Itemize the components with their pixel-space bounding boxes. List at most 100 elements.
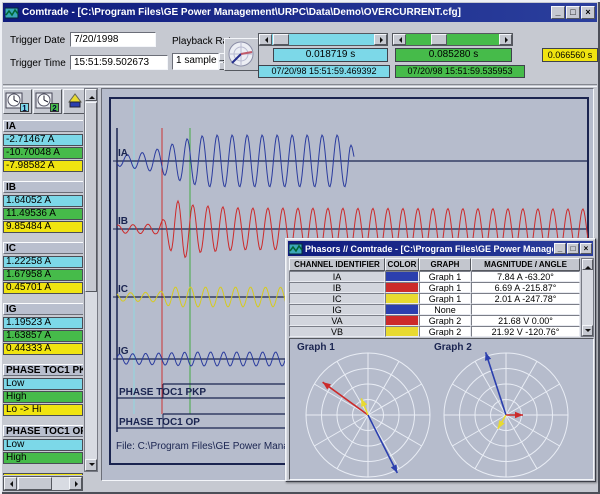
phasor-icon <box>65 92 85 110</box>
cursor1-scrollbar[interactable] <box>258 33 388 46</box>
graph-select-cell[interactable]: Graph 1 <box>419 271 471 282</box>
cursor2-time-box: 0.085280 s <box>395 48 512 62</box>
channel-label-IA: IA <box>118 148 128 159</box>
phasors-window: Phasors // Comtrade - [C:\Program Files\… <box>285 238 596 482</box>
sidebar-scroll-left[interactable] <box>4 477 17 490</box>
sidebar-scroll-right[interactable] <box>69 477 82 490</box>
phasor-table-scroll-up[interactable] <box>582 259 593 270</box>
channel-value: High <box>3 452 83 464</box>
header-magnitude-angle: MAGNITUDE / ANGLE <box>471 258 580 271</box>
close-button[interactable]: × <box>581 6 595 19</box>
cursor2-scrollbar[interactable] <box>392 33 513 46</box>
channel-value: 0.45701 A <box>3 282 83 294</box>
cursor2-values-button[interactable]: 2 <box>33 89 62 114</box>
cursor2-scroll-left[interactable] <box>393 34 406 45</box>
sidebar-hscroll-thumb[interactable] <box>18 477 52 490</box>
channel-sidebar: 12 IA-2.71467 A-10.70048 A-7.98582 AIB1.… <box>3 88 100 491</box>
magnitude-angle-cell: 7.84 A -63.20° <box>471 271 580 282</box>
color-swatch-cell[interactable] <box>385 326 419 337</box>
phasor-table-row[interactable]: IC Graph 12.01 A -247.78° <box>289 293 580 304</box>
channel-value: 1.64052 A <box>3 195 83 207</box>
graph-select-cell[interactable]: Graph 1 <box>419 293 471 304</box>
header-color: COLOR <box>385 258 419 271</box>
channel-value: 1.19523 A <box>3 317 83 329</box>
graph-select-cell[interactable]: Graph 2 <box>419 326 471 337</box>
graph2-label: Graph 2 <box>434 342 472 353</box>
phasors-window-icon <box>289 243 303 255</box>
channel-value: Low <box>3 378 83 390</box>
sidebar-horizontal-scrollbar[interactable] <box>3 476 83 491</box>
phasor-view-button[interactable] <box>224 38 259 71</box>
magnitude-angle-cell: 6.69 A -215.87° <box>471 282 580 293</box>
channel-identifier-cell: IC <box>289 293 385 304</box>
phasor-vector-VA <box>506 412 523 418</box>
cursor2-datetime-box: 07/20/98 15:51:59.535953 <box>395 65 525 78</box>
maximize-button[interactable]: □ <box>566 6 580 19</box>
channel-group-header: IA <box>3 120 83 132</box>
sidebar-vertical-scrollbar[interactable] <box>84 88 98 472</box>
phasor-table-row[interactable]: IB Graph 16.69 A -215.87° <box>289 282 580 293</box>
channel-value: Lo -> Hi <box>3 404 83 416</box>
color-swatch-cell[interactable] <box>385 282 419 293</box>
cursor2-scroll-right[interactable] <box>499 34 512 45</box>
phasors-close-button[interactable]: × <box>580 243 592 254</box>
channel-group: IA-2.71467 A-10.70048 A-7.98582 A <box>3 120 83 172</box>
app-icon <box>5 7 19 19</box>
channel-label-IC: IC <box>118 284 128 295</box>
cursor2-scroll-thumb[interactable] <box>431 34 447 45</box>
cursor1-datetime-box: 07/20/98 15:51:59.469392 <box>258 65 390 78</box>
channel-identifier-cell: IG <box>289 304 385 315</box>
cursor1-values-button[interactable]: 1 <box>3 89 32 114</box>
trigger-time-label: Trigger Time <box>10 58 66 69</box>
color-swatch-cell[interactable] <box>385 271 419 282</box>
phasor-plots-panel: Graph 1 Graph 2 <box>289 338 594 480</box>
color-swatch-cell[interactable] <box>385 293 419 304</box>
cursor1-scroll-thumb[interactable] <box>273 34 289 45</box>
magnitude-angle-cell: 2.01 A -247.78° <box>471 293 580 304</box>
trigger-time-field[interactable]: 15:51:59.502673 <box>70 55 168 70</box>
channel-value: High <box>3 391 83 403</box>
channel-group: IG 1.19523 A1.63857 A0.44333 A <box>3 303 83 355</box>
channel-group-header: IC <box>3 242 83 254</box>
graph-select-cell[interactable]: Graph 2 <box>419 315 471 326</box>
graph-select-cell[interactable]: Graph 1 <box>419 282 471 293</box>
channel-identifier-cell: IB <box>289 282 385 293</box>
cursor1-scroll-right[interactable] <box>374 34 387 45</box>
phasors-minimize-button[interactable]: _ <box>554 243 566 254</box>
cursor1-scroll-left[interactable] <box>259 34 272 45</box>
phasor-polar-plots <box>290 339 593 479</box>
phasor-table-scroll-down[interactable] <box>582 325 593 336</box>
minimize-button[interactable]: _ <box>551 6 565 19</box>
phasor-table-scrollbar[interactable] <box>581 258 594 337</box>
phasor-table-row[interactable]: VBGraph 221.92 V -120.76° <box>289 326 580 337</box>
phasors-title-bar: Phasors // Comtrade - [C:\Program Files\… <box>288 241 593 256</box>
digital-label-0: PHASE TOC1 PKP <box>119 387 206 398</box>
digital-label-1: PHASE TOC1 OP <box>119 417 200 428</box>
channel-values-list: IA-2.71467 A-10.70048 A-7.98582 AIB1.640… <box>3 120 83 475</box>
channel-group: PHASE TOC1 PKLowHighLo -> Hi <box>3 364 83 416</box>
phasor-table-row[interactable]: IG None <box>289 304 580 315</box>
channel-group-header: IG <box>3 303 83 315</box>
trigger-date-field[interactable]: 7/20/1998 <box>70 32 156 47</box>
phasor-dial-icon <box>225 39 258 70</box>
graph-select-cell[interactable]: None <box>419 304 471 315</box>
phasors-maximize-button[interactable]: □ <box>567 243 579 254</box>
color-swatch-cell[interactable] <box>385 315 419 326</box>
magnitude-angle-cell: 21.92 V -120.76° <box>471 326 580 337</box>
sidebar-scroll-thumb[interactable] <box>85 102 97 292</box>
color-swatch-cell[interactable] <box>385 304 419 315</box>
channel-group-header: PHASE TOC1 OP <box>3 425 83 437</box>
header-graph: GRAPH <box>419 258 471 271</box>
cursor2-values-button-badge: 2 <box>50 103 59 112</box>
phasor-table-row[interactable]: IAGraph 17.84 A -63.20° <box>289 271 580 282</box>
channel-value: 1.63857 A <box>3 330 83 342</box>
comtrade-app-window: Comtrade - [C:\Program Files\GE Power Ma… <box>0 0 600 494</box>
sidebar-scroll-up[interactable] <box>85 89 97 101</box>
phasor-table-row[interactable]: VAGraph 221.68 V 0.00° <box>289 315 580 326</box>
sidebar-scroll-down[interactable] <box>85 459 97 471</box>
channel-value: -2.71467 A <box>3 134 83 146</box>
channel-value: 1.67958 A <box>3 269 83 281</box>
magnitude-angle-cell <box>471 304 580 315</box>
playback-rate-field[interactable]: 1 sample <box>172 53 219 70</box>
channel-value: 0.44333 A <box>3 343 83 355</box>
